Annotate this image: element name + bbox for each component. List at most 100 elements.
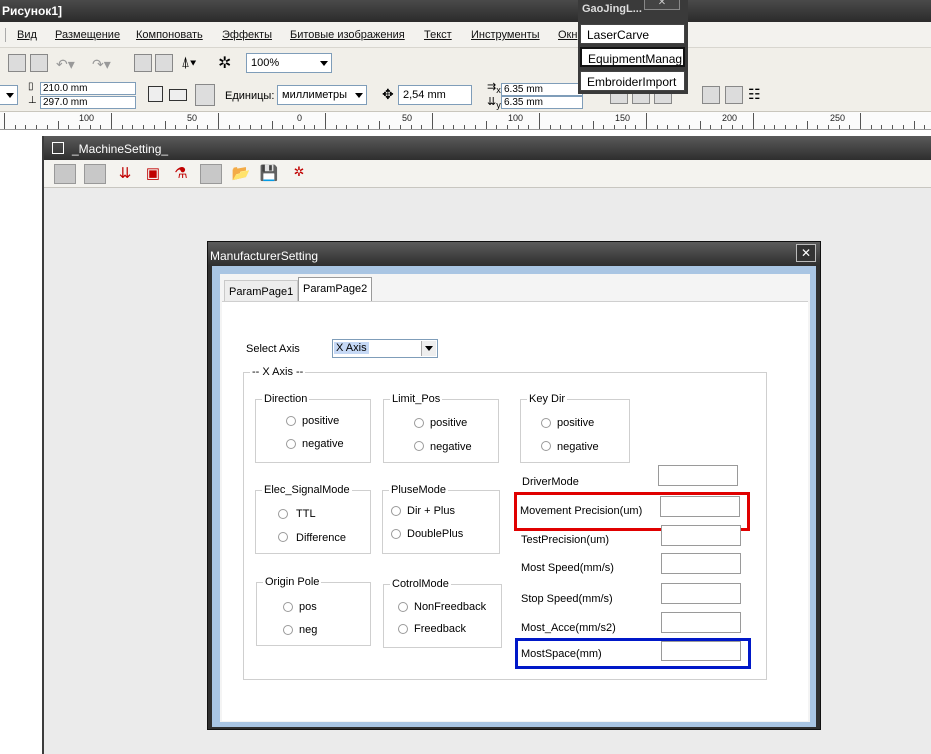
elec-signal-ttl-radio[interactable] xyxy=(278,509,288,519)
draw-outline-icon[interactable] xyxy=(725,86,743,104)
popup-close-icon[interactable]: ✕ xyxy=(644,0,680,10)
zoom-combo[interactable]: 100% xyxy=(246,53,332,73)
dialog-body: ParamPage1 ParamPage2 Select Axis X Axis… xyxy=(212,266,816,727)
dialog-title: ManufacturerSetting xyxy=(210,249,319,263)
dup-y-field[interactable]: 6.35 mm xyxy=(501,96,583,109)
menu-bitmaps[interactable]: Битовые изображения xyxy=(290,29,405,41)
units-combo[interactable]: миллиметры xyxy=(277,85,367,105)
settings-icon[interactable]: ✲ xyxy=(288,164,310,184)
dup-x-field[interactable]: 6.35 mm xyxy=(501,83,583,96)
import-icon[interactable] xyxy=(134,54,152,72)
select-axis-combo[interactable]: X Axis xyxy=(332,339,438,358)
ruler-label: 50 xyxy=(402,113,413,123)
menu-tools[interactable]: Инструменты xyxy=(471,29,540,41)
page-height-icon: ⊥ xyxy=(28,95,37,106)
dup-y-icon: ⇊y xyxy=(487,96,501,111)
stop-speed-field[interactable] xyxy=(661,583,741,604)
ruler-tick xyxy=(271,121,273,129)
options-icon[interactable]: ☷ xyxy=(748,86,761,103)
blank-icon[interactable] xyxy=(200,164,222,184)
copy-icon[interactable] xyxy=(8,54,26,72)
machine-icon[interactable]: ⚗ xyxy=(170,164,192,184)
tab-param-page-2[interactable]: ParamPage2 xyxy=(298,277,373,302)
control-mode-freedback-radio[interactable] xyxy=(398,624,408,634)
nudge-value: 2,54 mm xyxy=(403,89,446,101)
ruler-tick xyxy=(121,125,123,129)
save-icon[interactable]: 💾 xyxy=(258,164,280,184)
key-dir-negative-radio[interactable] xyxy=(541,441,551,451)
ruler-tick xyxy=(432,113,433,129)
paper-type-combo[interactable] xyxy=(0,85,18,105)
standard-toolbar: ↶▾ ↷▾ ⍋▾ ✲ 100% xyxy=(0,48,931,77)
ruler-tick xyxy=(656,125,658,129)
ruler-tick xyxy=(207,125,209,129)
application-launcher-icon[interactable]: ⍋▾ xyxy=(181,54,196,71)
most-speed-field[interactable] xyxy=(661,553,741,574)
ruler-tick xyxy=(539,113,540,129)
direction-negative-label: negative xyxy=(302,438,344,450)
canvas-left-margin xyxy=(0,131,40,754)
new-icon[interactable] xyxy=(54,164,76,184)
units-label: Единицы: xyxy=(225,90,275,102)
corel-online-icon[interactable]: ✲ xyxy=(218,53,231,73)
blank-icon[interactable] xyxy=(84,164,106,184)
close-icon[interactable]: ✕ xyxy=(796,244,816,262)
menu-item-equipment-manage[interactable]: EquipmentManag xyxy=(580,47,685,67)
movement-precision-field[interactable] xyxy=(660,496,740,517)
direction-negative-radio[interactable] xyxy=(286,439,296,449)
page-width-field[interactable]: 210.0 mm xyxy=(40,82,136,95)
menu-text[interactable]: Текст xyxy=(424,29,452,41)
key-dir-positive-radio[interactable] xyxy=(541,418,551,428)
ruler-tick xyxy=(367,125,369,129)
ruler-tick xyxy=(4,113,5,129)
machine-setting-title-bar[interactable]: _MachineSetting_ xyxy=(44,136,931,160)
open-folder-icon[interactable]: 📂 xyxy=(230,164,252,184)
most-space-field[interactable] xyxy=(661,641,741,661)
export-icon[interactable] xyxy=(155,54,173,72)
dup-y-value: 6.35 mm xyxy=(504,97,543,108)
menu-item-laser-carve[interactable]: LaserCarve xyxy=(580,24,685,44)
ruler-tick xyxy=(389,125,391,129)
menu-window[interactable]: Окн xyxy=(558,29,577,41)
menu-view[interactable]: Вид xyxy=(17,29,37,41)
ruler-tick xyxy=(785,125,787,129)
direction-title: Direction xyxy=(262,393,310,405)
nudge-field[interactable]: 2,54 mm xyxy=(398,85,472,105)
limit-pos-negative-radio[interactable] xyxy=(414,441,424,451)
pulse-mode-doubleplus-radio[interactable] xyxy=(391,529,401,539)
menu-item-embroider-import[interactable]: EmbroiderImport xyxy=(580,71,685,91)
redo-icon[interactable]: ↷▾ xyxy=(92,56,111,73)
elec-signal-difference-radio[interactable] xyxy=(278,532,288,542)
menu-layout[interactable]: Компоновать xyxy=(136,29,203,41)
origin-pole-pos-radio[interactable] xyxy=(283,602,293,612)
driver-mode-field[interactable] xyxy=(658,465,738,486)
page-height-field[interactable]: 297.0 mm xyxy=(40,96,136,109)
treat-as-filled-icon[interactable] xyxy=(702,86,720,104)
control-mode-nonfreedback-radio[interactable] xyxy=(398,602,408,612)
pulse-mode-dir-plus-radio[interactable] xyxy=(391,506,401,516)
tab-param-page-1[interactable]: ParamPage1 xyxy=(224,280,299,302)
test-precision-label: TestPrecision(um) xyxy=(521,534,610,546)
portrait-icon[interactable] xyxy=(148,86,163,102)
nudge-icon: ✥ xyxy=(382,86,394,102)
app-title: Рисунок1] xyxy=(2,4,62,18)
ruler-tick xyxy=(196,125,198,129)
ruler-tick xyxy=(827,125,829,129)
select-axis-dropdown-button[interactable] xyxy=(421,341,436,356)
paste-icon[interactable] xyxy=(30,54,48,72)
dialog-title-bar[interactable]: ManufacturerSetting ✕ xyxy=(208,242,820,266)
undo-icon[interactable]: ↶▾ xyxy=(56,56,75,73)
landscape-icon[interactable] xyxy=(169,89,187,101)
ruler-tick xyxy=(357,125,359,129)
direction-positive-radio[interactable] xyxy=(286,416,296,426)
monitor-icon[interactable]: ▣ xyxy=(142,164,164,184)
menu-arrange[interactable]: Размещение xyxy=(55,29,120,41)
most-acce-field[interactable] xyxy=(661,612,741,633)
page-height-value: 297.0 mm xyxy=(43,97,88,108)
page-layout-icon[interactable] xyxy=(195,84,215,106)
download-icon[interactable]: ⇊ xyxy=(114,164,136,184)
limit-pos-positive-radio[interactable] xyxy=(414,418,424,428)
test-precision-field[interactable] xyxy=(661,525,741,546)
menu-effects[interactable]: Эффекты xyxy=(222,29,272,41)
origin-pole-neg-radio[interactable] xyxy=(283,625,293,635)
